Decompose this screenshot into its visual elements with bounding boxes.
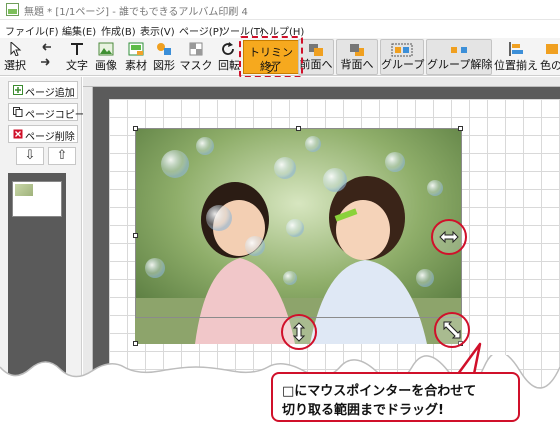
trim-selection-frame bbox=[135, 128, 462, 318]
handle-top-right[interactable] bbox=[458, 126, 463, 131]
menu-file[interactable]: ファイル(F) bbox=[5, 23, 59, 38]
material-tool-label: 素材 bbox=[125, 59, 147, 72]
move-page-up-button[interactable]: ⇧ bbox=[48, 147, 76, 165]
copy-icon bbox=[13, 107, 23, 117]
mask-tool[interactable]: マスク bbox=[179, 39, 213, 75]
instruction-callout: □にマウスポインターを合わせて 切り取る範囲までドラッグ! bbox=[271, 372, 520, 422]
undo-icon bbox=[42, 43, 51, 51]
cursor-arrow-icon bbox=[10, 42, 22, 56]
shape-tool-label: 図形 bbox=[153, 59, 175, 72]
mask-icon bbox=[189, 42, 203, 56]
add-page-button[interactable]: ページ追加 bbox=[8, 81, 78, 99]
ruler-horizontal bbox=[83, 77, 560, 87]
text-tool[interactable]: 文字 bbox=[64, 39, 90, 75]
bring-front-label: 前面へ bbox=[299, 58, 333, 71]
move-page-down-button[interactable]: ⇩ bbox=[16, 147, 44, 165]
image-icon bbox=[98, 42, 114, 56]
shapes-icon bbox=[157, 43, 171, 55]
material-icon bbox=[128, 42, 144, 56]
page-thumbnail[interactable] bbox=[12, 181, 62, 217]
image-tool-label: 画像 bbox=[95, 59, 117, 72]
select-tool-label: 選択 bbox=[4, 59, 26, 72]
handle-top-center[interactable] bbox=[296, 126, 301, 131]
vertical-resize-marker bbox=[281, 314, 317, 350]
ungroup-label: グループ解除 bbox=[427, 58, 493, 71]
align-label: 位置揃え bbox=[494, 59, 538, 72]
align-button[interactable]: 位置揃え bbox=[494, 39, 538, 75]
copy-page-button[interactable]: ページコピー bbox=[8, 103, 85, 121]
send-back-button[interactable]: 背面へ bbox=[336, 39, 378, 75]
group-icon bbox=[391, 43, 413, 57]
color-button[interactable]: 色の bbox=[540, 39, 560, 75]
trimming-end-highlight bbox=[239, 36, 303, 78]
ungroup-icon bbox=[451, 47, 467, 53]
delete-x-icon bbox=[13, 129, 23, 139]
menu-create[interactable]: 作成(B) bbox=[101, 23, 136, 38]
ungroup-button[interactable]: グループ解除 bbox=[426, 39, 492, 75]
image-tool[interactable]: 画像 bbox=[92, 39, 120, 75]
menu-page[interactable]: ページ(P) bbox=[179, 23, 223, 38]
bring-front-button[interactable]: 前面へ bbox=[298, 39, 334, 75]
window-title: 無題 * [1/1ページ] - 誰でもできるアルバム印刷 4 bbox=[24, 7, 248, 18]
color-label: 色の bbox=[540, 59, 560, 72]
resize-diagonal-icon bbox=[443, 321, 461, 339]
group-label: グループ bbox=[381, 58, 425, 71]
send-back-label: 背面へ bbox=[340, 58, 374, 71]
add-page-label: ページ追加 bbox=[25, 88, 75, 99]
horizontal-resize-marker bbox=[431, 219, 467, 255]
bring-front-icon bbox=[309, 44, 323, 56]
mask-tool-label: マスク bbox=[179, 59, 213, 72]
title-bar: 無題 * [1/1ページ] - 誰でもできるアルバム印刷 4 bbox=[0, 0, 560, 20]
text-tool-label: 文字 bbox=[66, 59, 88, 72]
send-back-icon bbox=[350, 44, 364, 56]
delete-page-label: ページ削除 bbox=[25, 132, 75, 143]
align-icon bbox=[509, 42, 523, 56]
menu-view[interactable]: 表示(V) bbox=[140, 23, 175, 38]
callout-line-1: □にマウスポインターを合わせて bbox=[282, 384, 477, 399]
handle-middle-left[interactable] bbox=[133, 233, 138, 238]
resize-horizontal-icon bbox=[439, 230, 459, 244]
app-icon bbox=[6, 3, 19, 16]
plus-icon bbox=[13, 85, 23, 95]
redo-icon bbox=[41, 58, 50, 66]
thumbnail-photo bbox=[15, 184, 33, 196]
rotate-icon bbox=[222, 42, 234, 55]
handle-top-left[interactable] bbox=[133, 126, 138, 131]
handle-bottom-left[interactable] bbox=[133, 341, 138, 346]
select-tool[interactable]: 選択 bbox=[2, 39, 28, 75]
undo-redo-tool[interactable] bbox=[36, 39, 56, 75]
shape-tool[interactable]: 図形 bbox=[150, 39, 178, 75]
resize-vertical-icon bbox=[292, 322, 306, 342]
menu-edit[interactable]: 編集(E) bbox=[62, 23, 96, 38]
copy-page-label: ページコピー bbox=[25, 110, 85, 121]
callout-line-2: 切り取る範囲までドラッグ! bbox=[282, 403, 444, 418]
material-tool[interactable]: 素材 bbox=[122, 39, 150, 75]
text-t-icon bbox=[71, 43, 83, 55]
color-icon bbox=[546, 44, 558, 54]
delete-page-button[interactable]: ページ削除 bbox=[8, 125, 78, 143]
group-button[interactable]: グループ bbox=[380, 39, 424, 75]
